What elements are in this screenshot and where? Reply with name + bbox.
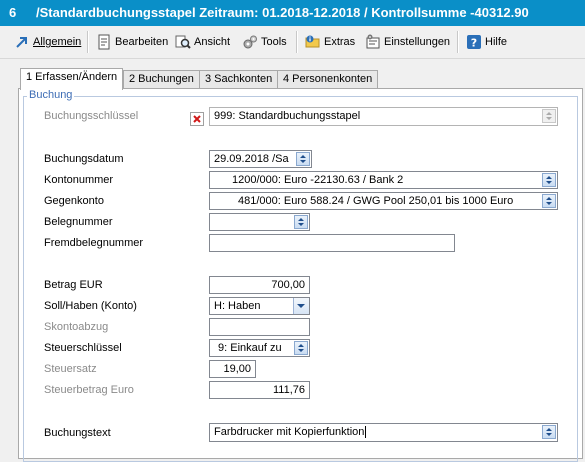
menu-ansicht-label: Ansicht [194, 36, 231, 48]
steuerschluessel-label: Steuerschlüssel [44, 342, 122, 354]
menu-hilfe[interactable]: ? Hilfe [466, 33, 507, 51]
svg-text:?: ? [471, 37, 477, 50]
menu-tools-label: Tools [261, 36, 287, 48]
spin-icon[interactable] [294, 215, 308, 229]
settings-form-icon [365, 34, 381, 50]
kontonummer-field[interactable]: 1200/000: Euro -22130.63 / Bank 2 [209, 171, 558, 189]
buchungsdatum-field[interactable]: 29.09.2018 /Sa [209, 150, 312, 168]
clear-icon[interactable] [190, 112, 204, 126]
betrag-value: 700,00 [271, 279, 305, 291]
sollhaben-select[interactable]: H: Haben [209, 297, 310, 315]
tab-panel [18, 88, 583, 462]
kontonummer-label: Kontonummer [44, 174, 114, 186]
menu-allgemein-label: Allgemein [33, 36, 82, 48]
arrow-up-right-icon [14, 34, 30, 50]
menu-einstellungen-label: Einstellungen [384, 36, 451, 48]
steuersatz-field[interactable]: 19,00 [209, 360, 256, 378]
menu-hilfe-label: Hilfe [485, 36, 508, 48]
window-titlebar: 6 /Standardbuchungsstapel Zeitraum: 01.2… [0, 0, 585, 26]
kontonummer-value: 1200/000: Euro -22130.63 / Bank 2 [232, 174, 404, 186]
spin-icon[interactable] [542, 173, 556, 187]
fremdbelegnummer-label: Fremdbelegnummer [44, 237, 144, 249]
betrag-field[interactable]: 700,00 [209, 276, 310, 294]
belegnummer-field[interactable] [209, 213, 310, 231]
window-number: 6 [9, 5, 17, 20]
steuersatz-value: 19,00 [223, 363, 251, 375]
buchungsdatum-value: 29.09.2018 /Sa [214, 153, 289, 165]
buchungsschluessel-label: Buchungsschlüssel [44, 110, 139, 122]
skontoabzug-field[interactable] [209, 318, 310, 336]
skontoabzug-label: Skontoabzug [44, 321, 109, 333]
window-title: /Standardbuchungsstapel Zeitraum: 01.201… [36, 5, 529, 20]
menu-extras-label: Extras [324, 36, 356, 48]
buchungsdatum-label: Buchungsdatum [44, 153, 124, 165]
belegnummer-label: Belegnummer [44, 216, 113, 228]
sollhaben-label: Soll/Haben (Konto) [44, 300, 137, 312]
steuerbetrag-label: Steuerbetrag Euro [44, 384, 134, 396]
buchungstext-value: Farbdrucker mit Kopierfunktion [214, 426, 365, 438]
menu-tools[interactable]: Tools [242, 33, 287, 51]
spin-icon[interactable] [542, 109, 556, 123]
menu-ansicht[interactable]: Ansicht [175, 33, 230, 51]
tab-personenkonten[interactable]: 4 Personenkonten [277, 70, 379, 89]
document-icon [96, 34, 112, 50]
steuerschluessel-field[interactable]: 9: Einkauf zu [209, 339, 310, 357]
steuerbetrag-field[interactable]: 111,76 [209, 381, 310, 399]
steuersatz-label: Steuersatz [44, 363, 97, 375]
menu-extras[interactable]: Extras [305, 33, 355, 51]
spin-icon[interactable] [542, 194, 556, 208]
gegenkonto-value: 481/000: Euro 588.24 / GWG Pool 250,01 b… [238, 195, 514, 207]
spin-icon[interactable] [296, 152, 310, 166]
menu-einstellungen[interactable]: Einstellungen [365, 33, 450, 51]
buchungsschluessel-field[interactable]: 999: Standardbuchungsstapel [209, 107, 558, 126]
steuerbetrag-value: 111,76 [272, 384, 305, 396]
group-title: Buchung [27, 89, 75, 101]
tab-erfassen[interactable]: 1 Erfassen/Ändern [20, 68, 124, 90]
buchungstext-field[interactable]: Farbdrucker mit Kopierfunktion [209, 423, 558, 442]
menu-toolbar: Allgemein Bearbeiten Ansicht Tools Extra… [0, 26, 585, 59]
tab-buchungen[interactable]: 2 Buchungen [123, 70, 200, 89]
buchungstext-label: Buchungstext [44, 427, 111, 439]
buchungsschluessel-value: 999: Standardbuchungsstapel [214, 110, 361, 122]
menu-bearbeiten-label: Bearbeiten [115, 36, 169, 48]
text-cursor [365, 426, 367, 439]
betrag-label: Betrag EUR [44, 279, 103, 291]
spin-icon[interactable] [294, 341, 308, 355]
fremdbelegnummer-field[interactable] [209, 234, 455, 252]
gear-icon [242, 34, 258, 50]
chevron-down-icon[interactable] [293, 298, 309, 314]
magnifier-icon [175, 34, 191, 50]
help-icon: ? [466, 34, 482, 50]
sollhaben-value: H: Haben [214, 300, 261, 312]
spin-icon[interactable] [542, 425, 556, 439]
folder-info-icon [305, 34, 321, 50]
menu-bearbeiten[interactable]: Bearbeiten [96, 33, 168, 51]
menu-allgemein[interactable]: Allgemein [14, 33, 81, 51]
gegenkonto-label: Gegenkonto [44, 195, 104, 207]
tab-sachkonten[interactable]: 3 Sachkonten [199, 70, 279, 89]
steuerschluessel-value: 9: Einkauf zu [218, 342, 282, 354]
gegenkonto-field[interactable]: 481/000: Euro 588.24 / GWG Pool 250,01 b… [209, 192, 558, 210]
